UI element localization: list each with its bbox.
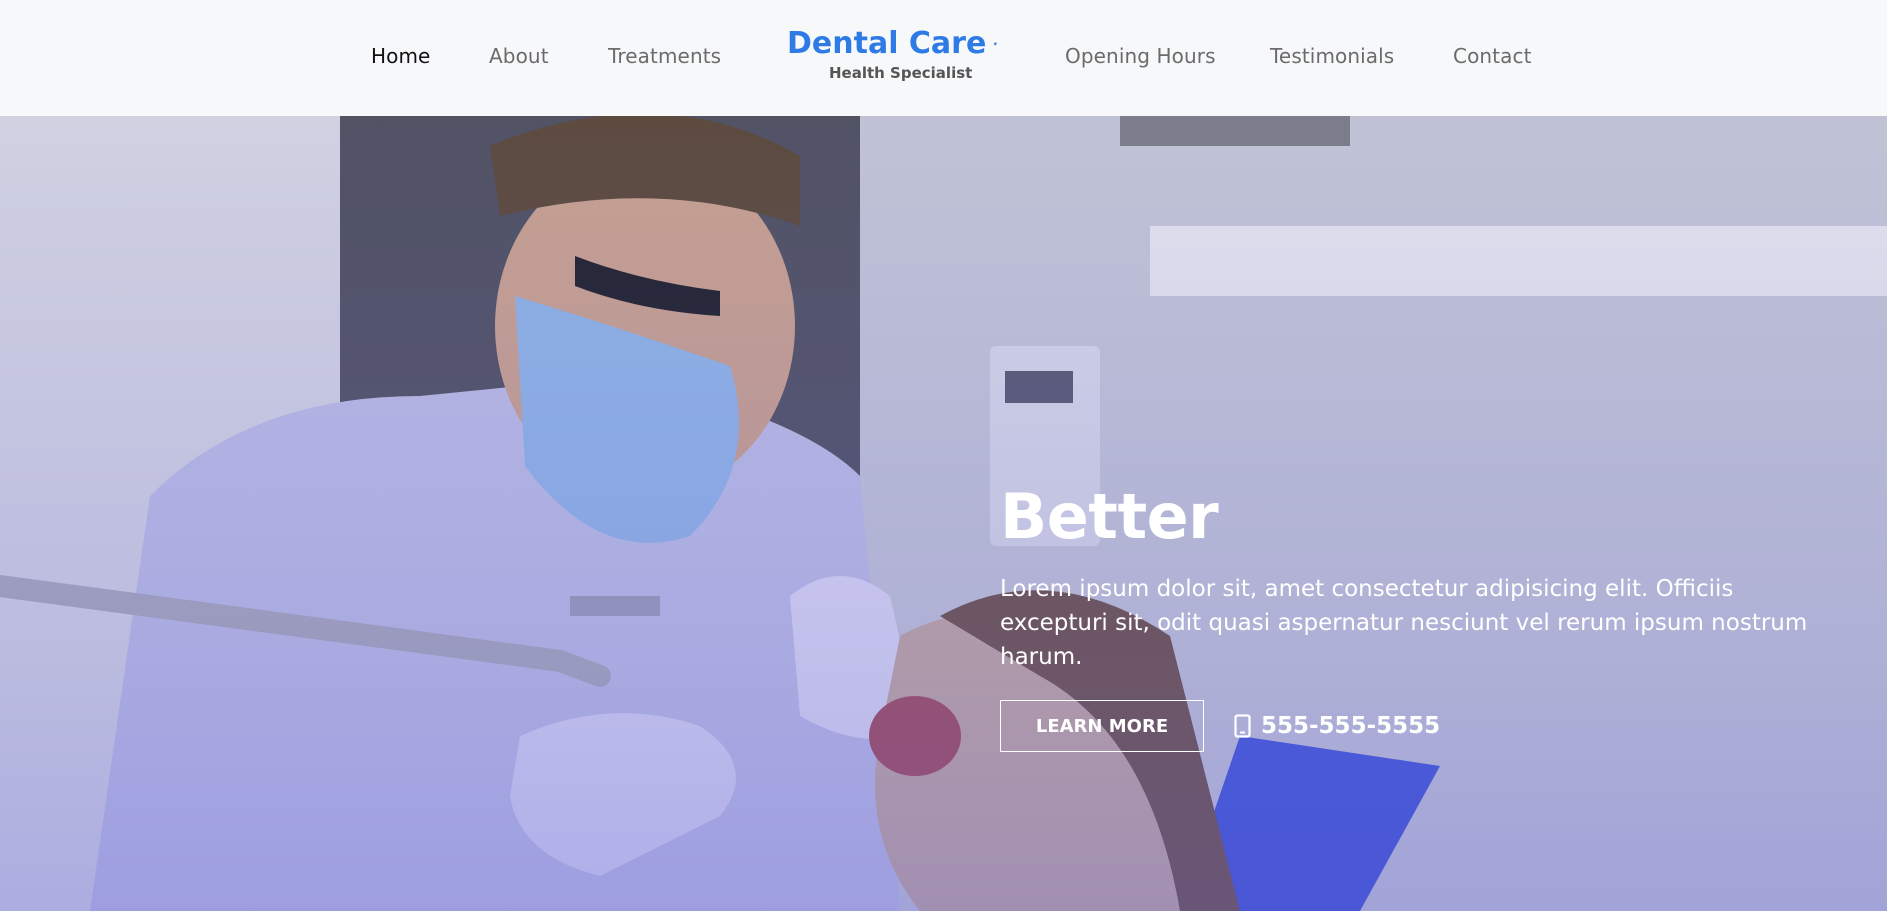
brand-logo[interactable]: Dental Care Health Specialist [787, 26, 997, 82]
phone-contact[interactable]: 555-555-5555 [1234, 713, 1440, 739]
nav-contact[interactable]: Contact [1453, 44, 1532, 68]
brand-title: Dental Care [787, 26, 987, 61]
tooth-icon [994, 41, 997, 45]
nav-treatments[interactable]: Treatments [608, 44, 721, 68]
phone-number: 555-555-5555 [1261, 713, 1441, 739]
brand-title-row: Dental Care [787, 26, 997, 61]
mobile-phone-icon [1234, 714, 1251, 738]
hero-title: Better [1000, 480, 1219, 553]
nav-home[interactable]: Home [371, 44, 430, 68]
nav-about[interactable]: About [489, 44, 549, 68]
hero-content: Better Lorem ipsum dolor sit, amet conse… [1000, 486, 1840, 752]
hero-description: Lorem ipsum dolor sit, amet consectetur … [1000, 576, 1808, 670]
learn-more-button[interactable]: LEARN MORE [1000, 700, 1204, 752]
brand-subtitle: Health Specialist [829, 64, 973, 82]
hero-section: Better Lorem ipsum dolor sit, amet conse… [0, 116, 1887, 911]
top-navbar: Home About Treatments Dental Care Health… [0, 0, 1887, 116]
nav-opening-hours[interactable]: Opening Hours [1065, 44, 1216, 68]
nav-testimonials[interactable]: Testimonials [1270, 44, 1394, 68]
hero-actions: LEARN MORE 555-555-5555 [1000, 700, 1840, 752]
